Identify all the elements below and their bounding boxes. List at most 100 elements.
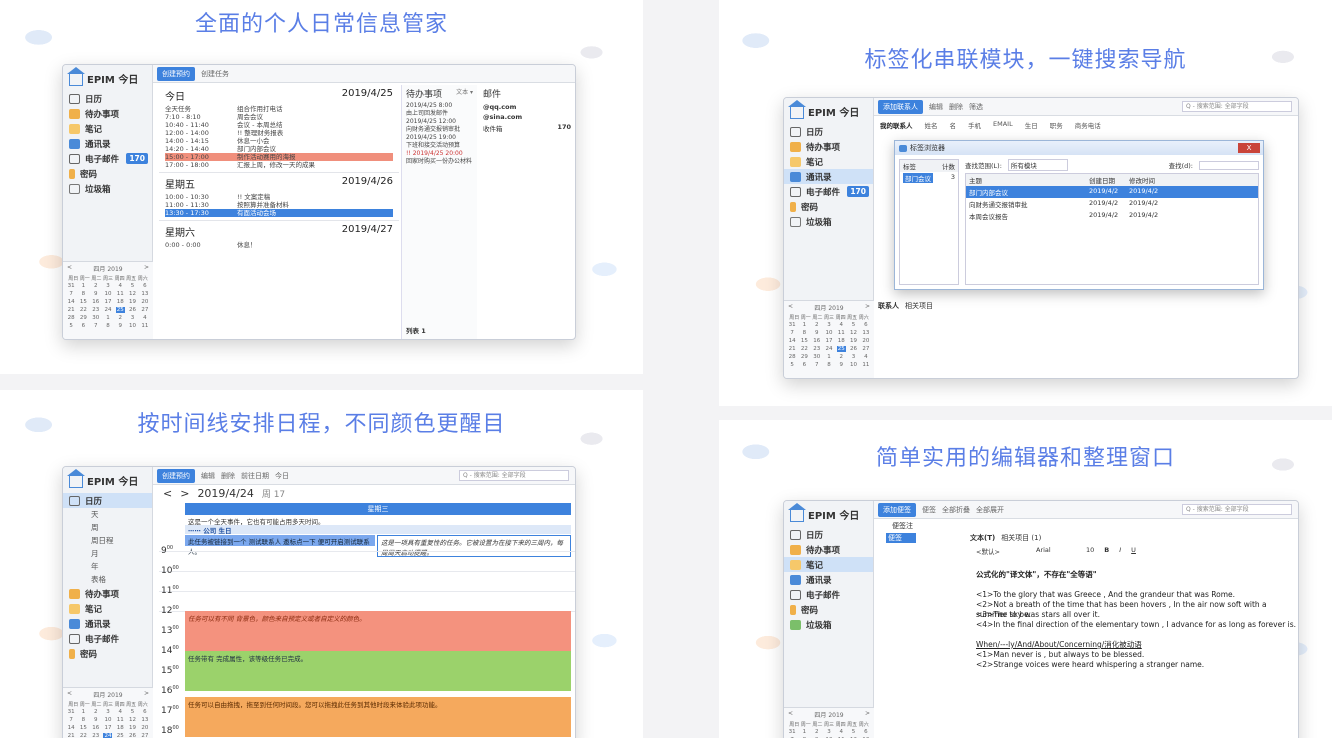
mini-day[interactable]: 22	[79, 307, 88, 313]
edit-button[interactable]: 编辑	[201, 471, 215, 481]
mini-day[interactable]: 24	[103, 307, 112, 313]
calendar-view-day[interactable]: 天	[63, 508, 152, 521]
sidebar-item-contacts[interactable]: 通讯录	[784, 572, 873, 587]
mini-prev[interactable]: <	[788, 303, 793, 312]
mini-day-selected[interactable]: 24	[103, 733, 113, 738]
mini-day[interactable]: 26	[128, 307, 137, 313]
mini-day[interactable]: 30	[91, 315, 100, 321]
event-row[interactable]: 12:00 - 14:00 !! 整理财务报表	[165, 129, 393, 137]
result-row[interactable]: 向财务通交报销审批 2019/4/2 2019/4/2	[966, 198, 1258, 210]
mini-day[interactable]: 3	[849, 354, 858, 360]
mini-day[interactable]: 23	[812, 346, 821, 352]
mini-day[interactable]: 19	[128, 299, 137, 305]
goto-date-button[interactable]: 前往日期	[241, 471, 269, 481]
mini-day[interactable]: 14	[67, 725, 76, 731]
todo-sort[interactable]: 文本 ▾	[456, 87, 473, 100]
sidebar-item-todo[interactable]: 待办事项	[784, 542, 873, 557]
mini-day[interactable]: 6	[861, 729, 870, 735]
mini-day[interactable]: 2	[91, 709, 100, 715]
mini-day[interactable]: 21	[788, 346, 797, 352]
mini-day[interactable]: 18	[116, 299, 125, 305]
tree-item-selected[interactable]: 便签	[886, 533, 916, 543]
mini-day[interactable]: 19	[849, 338, 858, 344]
column-header[interactable]: 计数	[942, 161, 955, 171]
mini-day[interactable]: 5	[67, 323, 76, 329]
todo-item[interactable]: 2019/4/25 12:00	[406, 118, 473, 126]
mini-day[interactable]: 9	[812, 330, 821, 336]
mini-day[interactable]: 10	[849, 362, 858, 368]
column-header[interactable]: 生日	[1025, 120, 1038, 130]
calendar-view-week[interactable]: 周	[63, 521, 152, 534]
mini-day[interactable]: 31	[67, 709, 76, 715]
sidebar-item-contacts[interactable]: 通讯录	[63, 616, 152, 631]
add-contact-button[interactable]: 添加联系人	[878, 99, 923, 114]
sidebar-item-contacts[interactable]: 通讯录	[784, 169, 873, 184]
mini-day[interactable]: 8	[103, 323, 112, 329]
mini-day[interactable]: 27	[140, 307, 149, 313]
mini-day[interactable]: 2	[116, 315, 125, 321]
sidebar-item-contacts[interactable]: 通讯录	[63, 136, 152, 151]
column-header[interactable]: 主题	[969, 175, 1089, 185]
mini-prev[interactable]: <	[67, 264, 72, 273]
mini-day[interactable]: 12	[849, 330, 858, 336]
style-select[interactable]: <默认>	[976, 546, 1026, 556]
collapse-all-button[interactable]: 全部折叠	[942, 505, 970, 515]
mini-day[interactable]: 10	[103, 291, 112, 297]
mini-day[interactable]: 11	[116, 717, 125, 723]
mini-day[interactable]: 31	[788, 322, 797, 328]
sidebar-item-calendar[interactable]: 日历	[784, 527, 873, 542]
mini-day[interactable]: 19	[128, 725, 137, 731]
mini-day[interactable]: 8	[79, 717, 88, 723]
delete-button[interactable]: 删除	[949, 102, 963, 112]
mini-day[interactable]: 25	[116, 733, 125, 738]
mini-day[interactable]: 13	[140, 291, 149, 297]
mini-day[interactable]: 5	[849, 729, 858, 735]
event-row[interactable]: 10:00 - 10:30 !! 文案定稿	[165, 193, 393, 201]
mail-row[interactable]: @sina.com	[479, 112, 575, 122]
sidebar-item-password[interactable]: 密码	[63, 166, 152, 181]
mini-day[interactable]: 17	[103, 725, 112, 731]
mini-day[interactable]: 17	[103, 299, 112, 305]
mini-day[interactable]: 1	[800, 322, 809, 328]
column-header[interactable]: 名	[950, 120, 957, 130]
mini-day[interactable]: 31	[67, 283, 76, 289]
tab-contacts[interactable]: 联系人	[878, 301, 899, 311]
mini-day[interactable]: 28	[788, 354, 797, 360]
event-row[interactable]: 7:10 - 8:10 周会会议	[165, 113, 393, 121]
scope-select[interactable]: 所有模块	[1007, 159, 1068, 171]
mini-day[interactable]: 6	[861, 322, 870, 328]
mini-day[interactable]: 13	[861, 330, 870, 336]
mini-prev[interactable]: <	[788, 710, 793, 719]
note-button[interactable]: 便签	[922, 505, 936, 515]
font-select[interactable]: Arial	[1036, 546, 1076, 556]
mini-day[interactable]: 7	[788, 330, 797, 336]
mini-day[interactable]: 9	[91, 717, 100, 723]
mini-day[interactable]: 1	[103, 315, 112, 321]
mini-day[interactable]: 12	[128, 717, 137, 723]
close-button[interactable]: X	[1238, 143, 1260, 153]
sidebar-item-email[interactable]: 电子邮件 170	[63, 151, 152, 166]
mini-day[interactable]: 9	[837, 362, 846, 368]
tab-related[interactable]: 相关项目	[905, 301, 933, 311]
mini-day[interactable]: 11	[837, 330, 846, 336]
mini-day[interactable]: 5	[128, 709, 137, 715]
sidebar-header[interactable]: EPIM 今日	[784, 501, 873, 527]
search-input[interactable]: Q - 搜索范围: 全部字段	[459, 470, 569, 481]
mini-day[interactable]: 6	[140, 283, 149, 289]
mini-day[interactable]: 6	[140, 709, 149, 715]
italic-icon[interactable]: I	[1119, 546, 1121, 556]
event-row-selected[interactable]: 13:30 - 17:30 有面活动会场	[165, 209, 393, 217]
mini-day[interactable]: 24	[824, 346, 833, 352]
mini-day[interactable]: 1	[824, 354, 833, 360]
sidebar-header[interactable]: EPIM 今日	[63, 65, 152, 91]
mini-day[interactable]: 7	[91, 323, 100, 329]
mini-day[interactable]: 11	[116, 291, 125, 297]
result-row[interactable]: 本周会议报告 2019/4/2 2019/4/2	[966, 210, 1258, 222]
sidebar-item-password[interactable]: 密码	[784, 602, 873, 617]
column-header[interactable]: 手机	[968, 120, 981, 130]
mini-day[interactable]: 21	[67, 733, 76, 738]
todo-item[interactable]: 向财务通交报销审批	[406, 126, 473, 134]
mini-day[interactable]: 8	[824, 362, 833, 368]
mail-row[interactable]: @qq.com	[479, 102, 575, 112]
mini-day[interactable]: 21	[67, 307, 76, 313]
